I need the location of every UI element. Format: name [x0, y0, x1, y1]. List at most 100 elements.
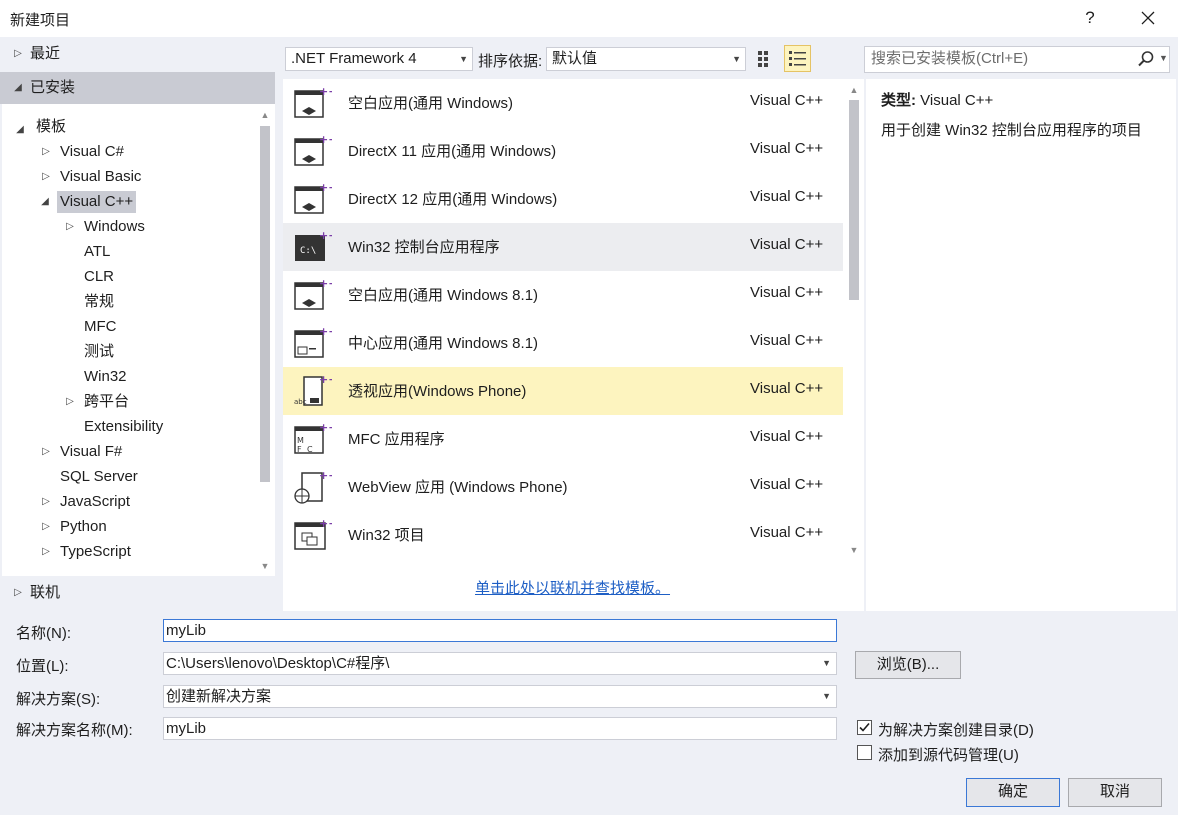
create-directory-label[interactable]: 为解决方案创建目录(D)	[878, 719, 1034, 740]
template-row[interactable]: ++ DirectX 12 应用(通用 Windows) Visual C++	[283, 175, 843, 223]
svg-text:++: ++	[319, 229, 332, 242]
svg-text:++: ++	[319, 373, 332, 386]
template-name: MFC 应用程序	[348, 431, 445, 448]
template-row[interactable]: MFC ++ MFC 应用程序 Visual C++	[283, 415, 843, 463]
win32-project-icon: ++	[292, 517, 337, 553]
title-bar	[0, 0, 1178, 37]
source-control-label[interactable]: 添加到源代码管理(U)	[878, 744, 1019, 765]
description-text: 用于创建 Win32 控制台应用程序的项目	[881, 122, 1142, 139]
tree-item-sql-server[interactable]: SQL Server	[57, 466, 141, 488]
template-scroll-thumb[interactable]	[849, 100, 859, 300]
template-row[interactable]: ++ DirectX 11 应用(通用 Windows) Visual C++	[283, 127, 843, 175]
scroll-down-icon[interactable]: ▼	[847, 545, 861, 555]
solution-combo[interactable]: 创建新解决方案 ▼	[163, 685, 837, 708]
close-button[interactable]	[1128, 4, 1168, 32]
framework-select[interactable]: .NET Framework 4 ▼	[285, 47, 473, 71]
blank-app-icon: ++	[292, 277, 337, 313]
template-language: Visual C++	[750, 92, 824, 109]
template-language: Visual C++	[750, 284, 824, 301]
tree-scroll-thumb[interactable]	[260, 126, 270, 482]
scroll-up-icon[interactable]: ▲	[258, 110, 272, 120]
collapse-icon: ◢	[14, 82, 22, 93]
nav-installed[interactable]: ◢ 已安装	[0, 72, 275, 104]
location-value: C:\Users\lenovo\Desktop\C#程序\	[166, 655, 390, 672]
template-language: Visual C++	[750, 140, 824, 157]
location-label: 位置(L):	[16, 658, 69, 675]
tree-item-visual-cpp[interactable]: Visual C++	[57, 191, 137, 213]
tree-item-visual-basic[interactable]: Visual Basic	[57, 166, 144, 188]
tree-item-templates[interactable]: 模板	[33, 116, 69, 138]
template-row[interactable]: ++ 空白应用(通用 Windows 8.1) Visual C++	[283, 271, 843, 319]
checkmark-icon	[859, 722, 870, 732]
description-type-label: 类型:	[881, 92, 916, 109]
tree-item-visual-fsharp[interactable]: Visual F#	[57, 441, 125, 463]
grid-view-button[interactable]	[753, 45, 778, 72]
tree-item-extensibility[interactable]: Extensibility	[81, 416, 166, 438]
tree-item-mfc[interactable]: MFC	[81, 316, 120, 338]
tree-item-python[interactable]: Python	[57, 516, 110, 538]
tree-item-cross-platform[interactable]: 跨平台	[81, 391, 132, 413]
chevron-down-icon: ▼	[822, 658, 831, 668]
nav-recent[interactable]: ▷ 最近	[0, 38, 275, 70]
name-input[interactable]	[166, 620, 836, 641]
cancel-button[interactable]: 取消	[1068, 778, 1162, 807]
expand-icon: ▷	[66, 221, 74, 232]
help-button[interactable]: ?	[1072, 4, 1108, 32]
tree-item-win32[interactable]: Win32	[81, 366, 130, 388]
template-row[interactable]: ++ 空白应用(通用 Windows) Visual C++	[283, 79, 843, 127]
tree-item-javascript[interactable]: JavaScript	[57, 491, 133, 513]
template-name: 透视应用(Windows Phone)	[348, 383, 527, 400]
template-language: Visual C++	[750, 428, 824, 445]
template-row[interactable]: abc ++ 透视应用(Windows Phone) Visual C++	[283, 367, 843, 415]
solution-name-field[interactable]	[163, 717, 837, 740]
tree-item-test[interactable]: 测试	[81, 341, 117, 363]
window-title: 新建项目	[10, 12, 71, 29]
svg-text:++: ++	[319, 421, 332, 434]
tree-item-typescript[interactable]: TypeScript	[57, 541, 134, 563]
svg-text:++: ++	[319, 325, 332, 338]
tree-item-atl[interactable]: ATL	[81, 241, 113, 263]
template-language: Visual C++	[750, 332, 824, 349]
scroll-down-icon[interactable]: ▼	[258, 561, 272, 571]
template-name: Win32 项目	[348, 527, 425, 544]
template-language: Visual C++	[750, 380, 824, 397]
close-icon	[1141, 11, 1155, 25]
search-input[interactable]	[871, 50, 1131, 67]
directx-app-icon: ++	[292, 133, 337, 169]
template-row[interactable]: ++ 中心应用(通用 Windows 8.1) Visual C++	[283, 319, 843, 367]
solution-value: 创建新解决方案	[166, 688, 272, 705]
location-combo[interactable]: C:\Users\lenovo\Desktop\C#程序\ ▼	[163, 652, 837, 675]
ok-button[interactable]: 确定	[966, 778, 1060, 807]
scroll-up-icon[interactable]: ▲	[847, 85, 861, 95]
expand-icon: ▷	[14, 587, 22, 598]
tree-item-visual-csharp[interactable]: Visual C#	[57, 141, 127, 163]
nav-online[interactable]: ▷ 联机	[0, 577, 275, 609]
search-box[interactable]: ▼	[864, 46, 1170, 73]
template-row[interactable]: C:\++ Win32 控制台应用程序 Visual C++	[283, 223, 843, 271]
tree-item-general[interactable]: 常规	[81, 291, 117, 313]
expand-icon: ▷	[42, 171, 50, 182]
name-field[interactable]	[163, 619, 837, 642]
webview-app-icon: ++	[292, 469, 337, 505]
svg-text:M: M	[297, 436, 304, 445]
description-type-value: Visual C++	[920, 92, 994, 109]
chevron-down-icon[interactable]: ▼	[1159, 53, 1168, 63]
create-directory-checkbox[interactable]	[857, 720, 872, 735]
template-name: WebView 应用 (Windows Phone)	[348, 479, 568, 496]
browse-button[interactable]: 浏览(B)...	[855, 651, 961, 679]
list-view-button[interactable]	[784, 45, 811, 72]
mfc-app-icon: MFC ++	[292, 421, 337, 457]
console-app-icon: C:\++	[292, 229, 337, 265]
sort-select[interactable]: 默认值 ▼	[546, 47, 746, 71]
find-templates-online-link[interactable]: 单击此处以联机并查找模板。	[475, 577, 670, 598]
search-icon[interactable]	[1137, 50, 1155, 68]
chevron-down-icon: ▼	[732, 54, 741, 64]
svg-text:++: ++	[319, 517, 332, 530]
svg-text:F: F	[297, 445, 302, 454]
tree-item-clr[interactable]: CLR	[81, 266, 117, 288]
source-control-checkbox[interactable]	[857, 745, 872, 760]
solution-name-input[interactable]	[166, 718, 836, 739]
template-row[interactable]: ++ WebView 应用 (Windows Phone) Visual C++	[283, 463, 843, 511]
template-row[interactable]: ++ Win32 项目 Visual C++	[283, 511, 843, 559]
tree-item-windows[interactable]: Windows	[81, 216, 148, 238]
